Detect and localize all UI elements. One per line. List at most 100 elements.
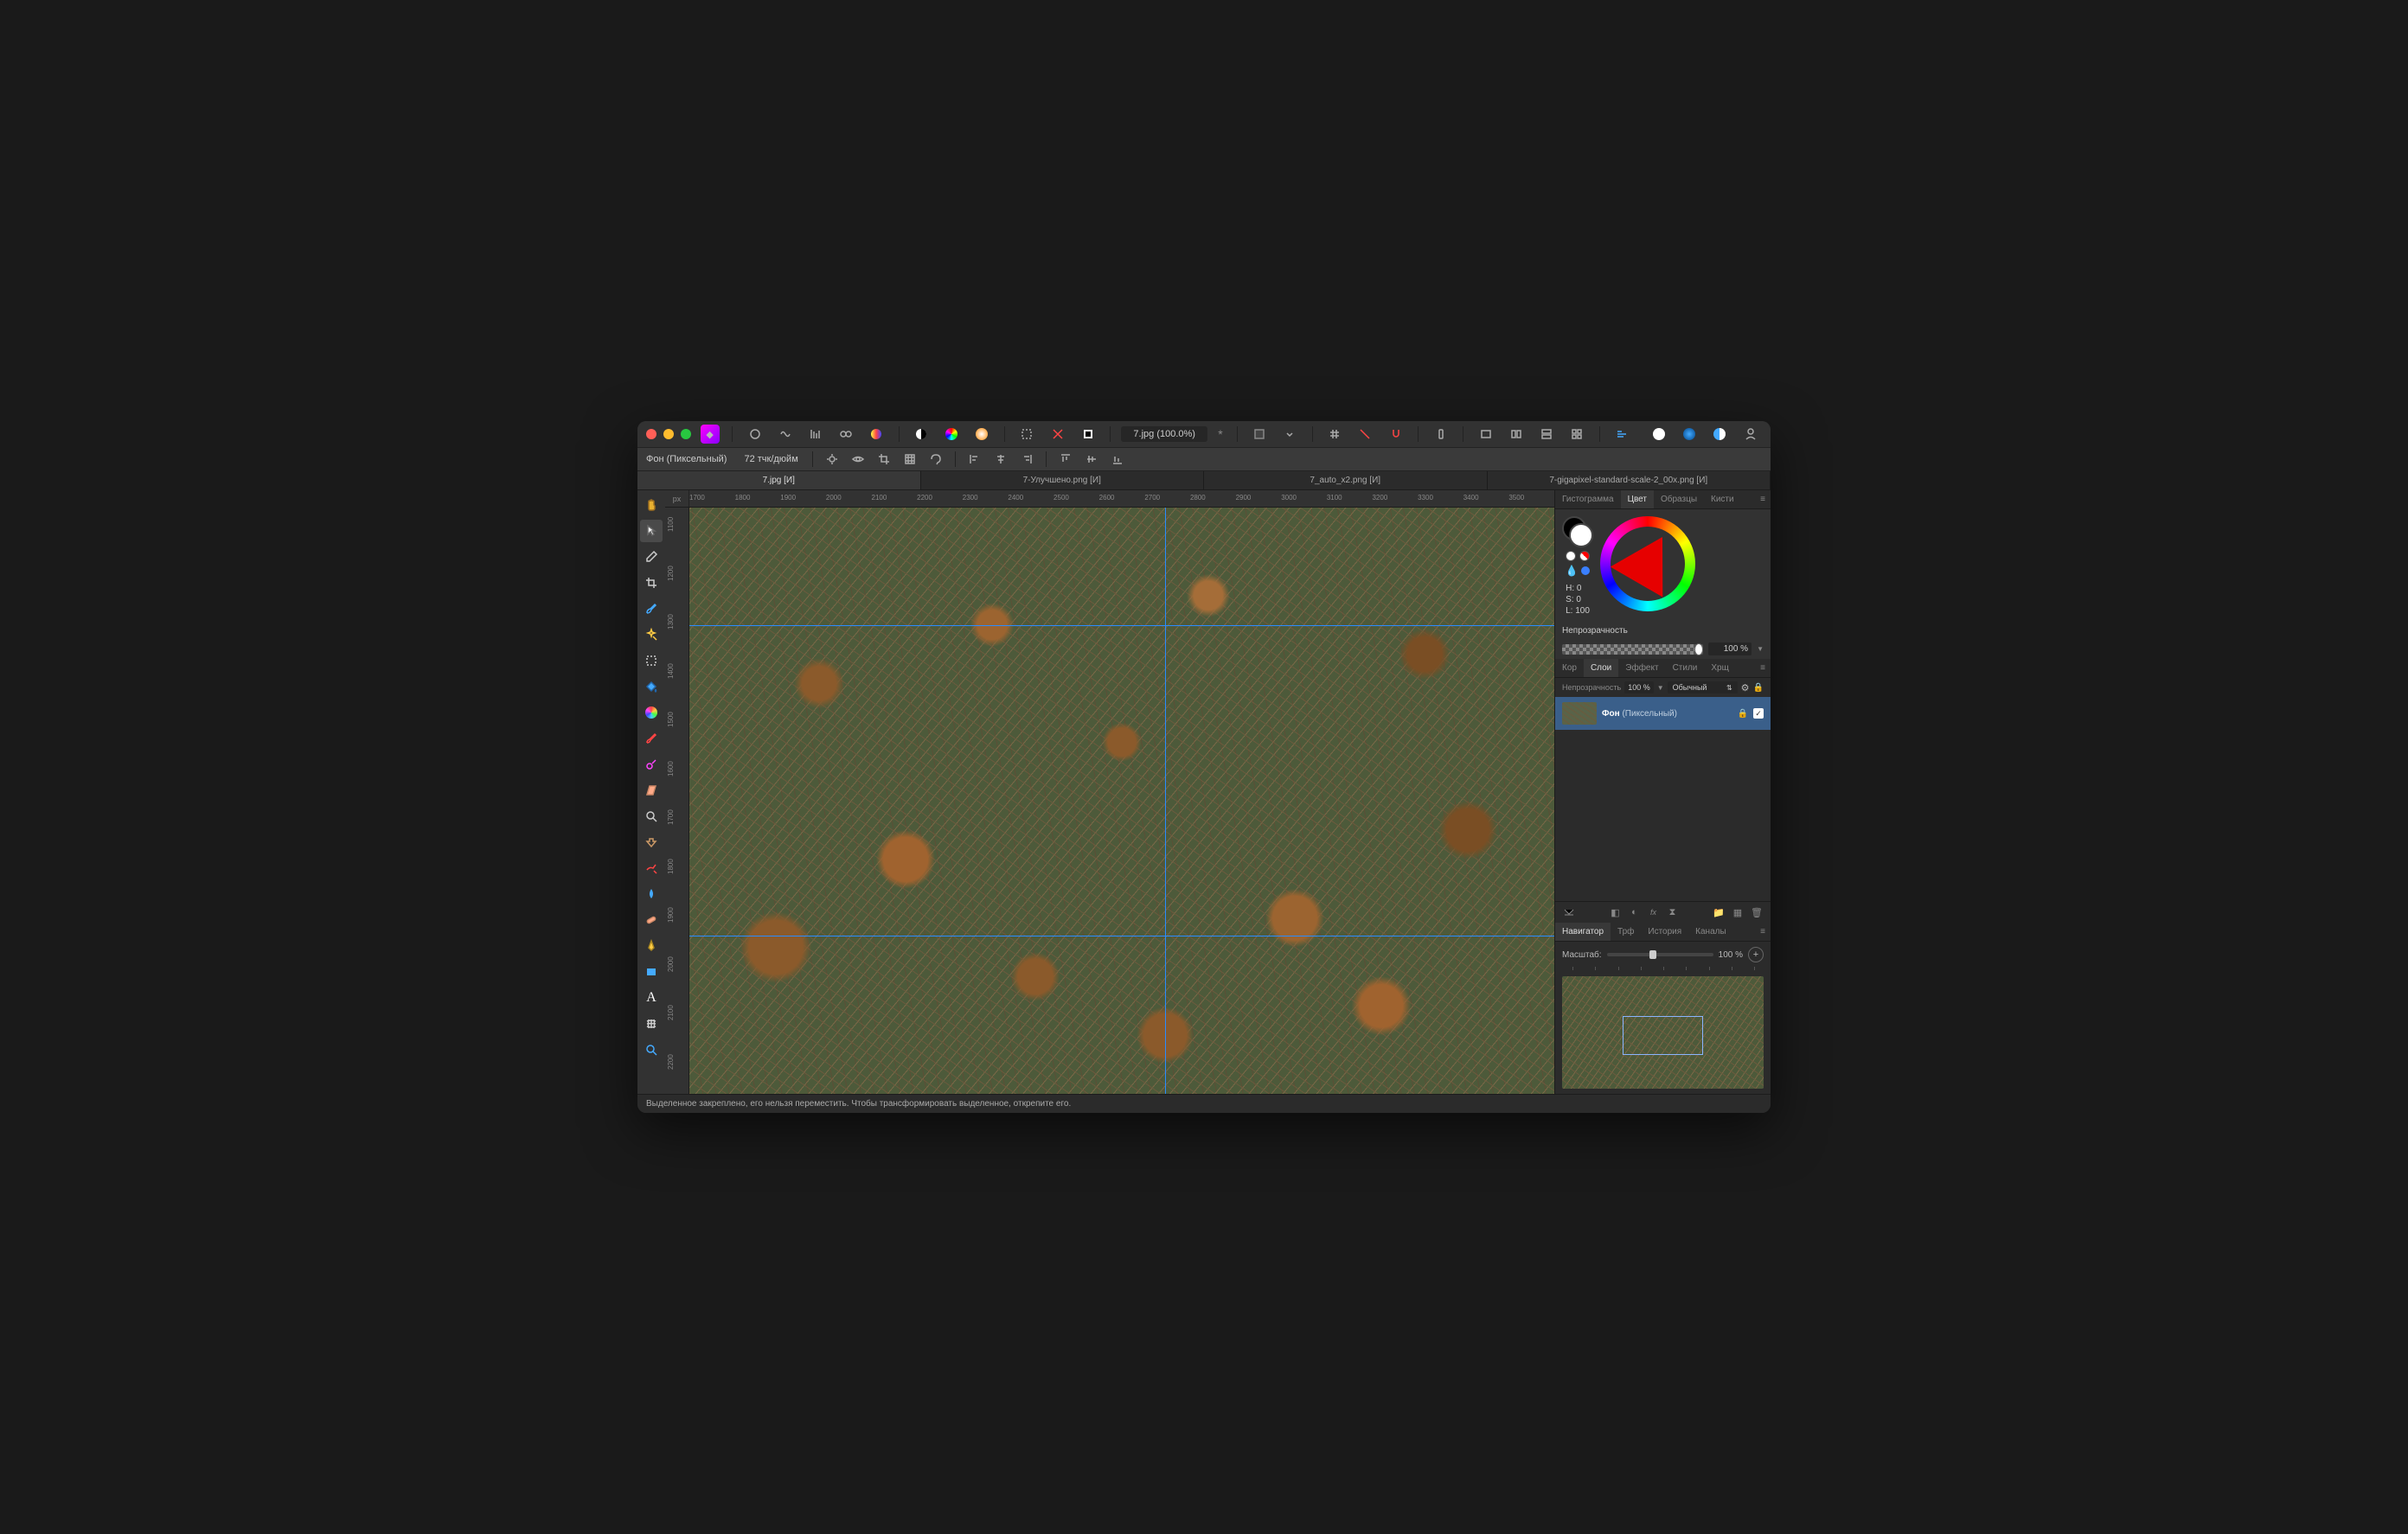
color-picker-tool[interactable] bbox=[640, 546, 663, 568]
opacity-dropdown-icon[interactable]: ▼ bbox=[1757, 645, 1764, 653]
fx-icon[interactable]: fx bbox=[1647, 905, 1661, 919]
guide-horizontal[interactable] bbox=[689, 625, 1554, 626]
arrange-3-icon[interactable] bbox=[1534, 425, 1558, 444]
selection-marquee-icon[interactable] bbox=[1015, 425, 1039, 444]
align-right-icon[interactable] bbox=[1016, 451, 1037, 468]
panel-menu-icon[interactable]: ≡ bbox=[1755, 659, 1771, 677]
snapping-off-icon[interactable] bbox=[1354, 425, 1377, 444]
align-left-icon[interactable] bbox=[964, 451, 985, 468]
mask-icon[interactable]: ◧ bbox=[1609, 905, 1623, 919]
live-filter-icon[interactable]: ⧗ bbox=[1666, 905, 1680, 919]
gradient-tool[interactable] bbox=[640, 701, 663, 724]
zoom-value-field[interactable]: 100 % bbox=[1719, 950, 1743, 960]
opacity-slider[interactable] bbox=[1562, 644, 1703, 655]
healing-tool[interactable] bbox=[640, 909, 663, 931]
blend-ranges-icon[interactable] bbox=[1562, 905, 1576, 919]
minimize-window-button[interactable] bbox=[663, 429, 674, 439]
quick-mask-icon[interactable] bbox=[1076, 425, 1099, 444]
group-icon[interactable]: 📁 bbox=[1712, 905, 1726, 919]
rectangle-tool[interactable] bbox=[640, 961, 663, 983]
paint-mixer-tool[interactable] bbox=[640, 753, 663, 776]
opacity-value-field[interactable]: 100 % bbox=[1708, 642, 1752, 655]
tab-channels[interactable]: Каналы bbox=[1688, 923, 1733, 941]
crop-1-icon[interactable] bbox=[874, 451, 894, 468]
persona-export-icon[interactable] bbox=[865, 425, 888, 444]
selection-invert-icon[interactable] bbox=[1046, 425, 1069, 444]
move-front-icon[interactable] bbox=[822, 451, 842, 468]
ruler-vertical[interactable]: 1100120013001400150016001700180019002000… bbox=[665, 508, 689, 1094]
tab-stock[interactable]: Хрщ bbox=[1704, 659, 1735, 677]
canvas[interactable] bbox=[689, 508, 1554, 1094]
align-top-icon[interactable] bbox=[1055, 451, 1076, 468]
marquee-tool[interactable] bbox=[640, 649, 663, 672]
zoom-slider[interactable] bbox=[1607, 953, 1713, 956]
adjustment-icon[interactable]: ◐ bbox=[1628, 905, 1642, 919]
blur-tool[interactable] bbox=[640, 883, 663, 905]
adjustment-2-icon[interactable] bbox=[1678, 425, 1701, 444]
arrange-2-icon[interactable] bbox=[1504, 425, 1527, 444]
erase-tool[interactable] bbox=[640, 779, 663, 802]
inpainting-tool[interactable] bbox=[640, 857, 663, 879]
document-tab[interactable]: 7.jpg [И] bbox=[637, 471, 921, 489]
eye-icon[interactable] bbox=[848, 451, 868, 468]
layer-lock-icon[interactable]: 🔒 bbox=[1753, 683, 1764, 693]
contrast-icon[interactable] bbox=[910, 425, 933, 444]
delete-layer-icon[interactable]: 🗑 bbox=[1750, 905, 1764, 919]
assistant-icon[interactable] bbox=[1429, 425, 1452, 444]
tab-histogram[interactable]: Гистограмма bbox=[1555, 490, 1621, 508]
color-swatch-pair[interactable] bbox=[1562, 516, 1593, 547]
persona-tone-icon[interactable] bbox=[834, 425, 857, 444]
gradient-icon[interactable] bbox=[970, 425, 994, 444]
crop-tool[interactable] bbox=[640, 572, 663, 594]
crop-2-icon[interactable] bbox=[900, 451, 920, 468]
adjustment-3-icon[interactable] bbox=[1708, 425, 1732, 444]
align-hcenter-icon[interactable] bbox=[990, 451, 1011, 468]
persona-liquify-icon[interactable] bbox=[773, 425, 797, 444]
align-bottom-icon[interactable] bbox=[1107, 451, 1128, 468]
hand-tool[interactable] bbox=[640, 494, 663, 516]
tab-transform[interactable]: Трф bbox=[1611, 923, 1641, 941]
clone-tool[interactable] bbox=[640, 831, 663, 853]
document-tab[interactable]: 7-gigapixel-standard-scale-2_00x.png [И] bbox=[1488, 471, 1771, 489]
lasso-icon[interactable] bbox=[925, 451, 946, 468]
account-icon[interactable] bbox=[1739, 425, 1762, 444]
pen-tool[interactable] bbox=[640, 935, 663, 957]
text-tool[interactable]: A bbox=[640, 987, 663, 1009]
zoom-blur-tool[interactable] bbox=[640, 805, 663, 828]
no-color-icon[interactable] bbox=[1579, 551, 1590, 561]
ruler-horizontal[interactable]: px 1700180019002000210022002300240025002… bbox=[665, 490, 1554, 508]
blend-mode-dropdown[interactable]: Обычный ⇅ bbox=[1668, 681, 1738, 693]
navigator-thumbnail[interactable] bbox=[1562, 976, 1764, 1089]
navigator-viewport-rect[interactable] bbox=[1623, 1016, 1703, 1056]
view-mode-icon[interactable] bbox=[1248, 425, 1271, 444]
add-pixel-layer-icon[interactable]: ▦ bbox=[1731, 905, 1745, 919]
paint-brush-tool[interactable] bbox=[640, 727, 663, 750]
panel-menu-icon[interactable]: ≡ bbox=[1755, 923, 1771, 941]
tab-styles[interactable]: Стили bbox=[1666, 659, 1705, 677]
persona-develop-icon[interactable] bbox=[804, 425, 827, 444]
layer-opacity-dropdown-icon[interactable]: ▼ bbox=[1657, 684, 1664, 692]
grid-icon[interactable] bbox=[1323, 425, 1347, 444]
color-wheel[interactable] bbox=[1600, 516, 1695, 611]
tab-adjustments[interactable]: Кор bbox=[1555, 659, 1584, 677]
view-mode-dropdown-icon[interactable] bbox=[1278, 425, 1302, 444]
reset-colors-icon[interactable] bbox=[1566, 551, 1576, 561]
snapping-magnet-icon[interactable] bbox=[1384, 425, 1407, 444]
layer-row[interactable]: Фон (Пиксельный) 🔒 ✓ bbox=[1555, 697, 1771, 730]
layer-settings-icon[interactable]: ⚙ bbox=[1741, 682, 1750, 693]
eyedropper-icon[interactable]: 💧 bbox=[1566, 565, 1579, 577]
primary-color-swatch[interactable] bbox=[1569, 523, 1593, 547]
zoom-in-button[interactable]: + bbox=[1748, 947, 1764, 962]
move-tool[interactable] bbox=[640, 520, 663, 542]
arrange-4-icon[interactable] bbox=[1566, 425, 1589, 444]
align-icon[interactable] bbox=[1611, 425, 1634, 444]
arrange-1-icon[interactable] bbox=[1474, 425, 1497, 444]
document-tab[interactable]: 7_auto_x2.png [И] bbox=[1204, 471, 1488, 489]
tab-effects[interactable]: Эффект bbox=[1618, 659, 1665, 677]
document-name-field[interactable]: 7.jpg (100.0%) bbox=[1121, 426, 1207, 442]
panel-menu-icon[interactable]: ≡ bbox=[1755, 490, 1771, 508]
flood-fill-tool[interactable] bbox=[640, 675, 663, 698]
close-window-button[interactable] bbox=[646, 429, 656, 439]
layer-opacity-field[interactable]: 100 % bbox=[1624, 681, 1654, 693]
tab-navigator[interactable]: Навигатор bbox=[1555, 923, 1611, 941]
